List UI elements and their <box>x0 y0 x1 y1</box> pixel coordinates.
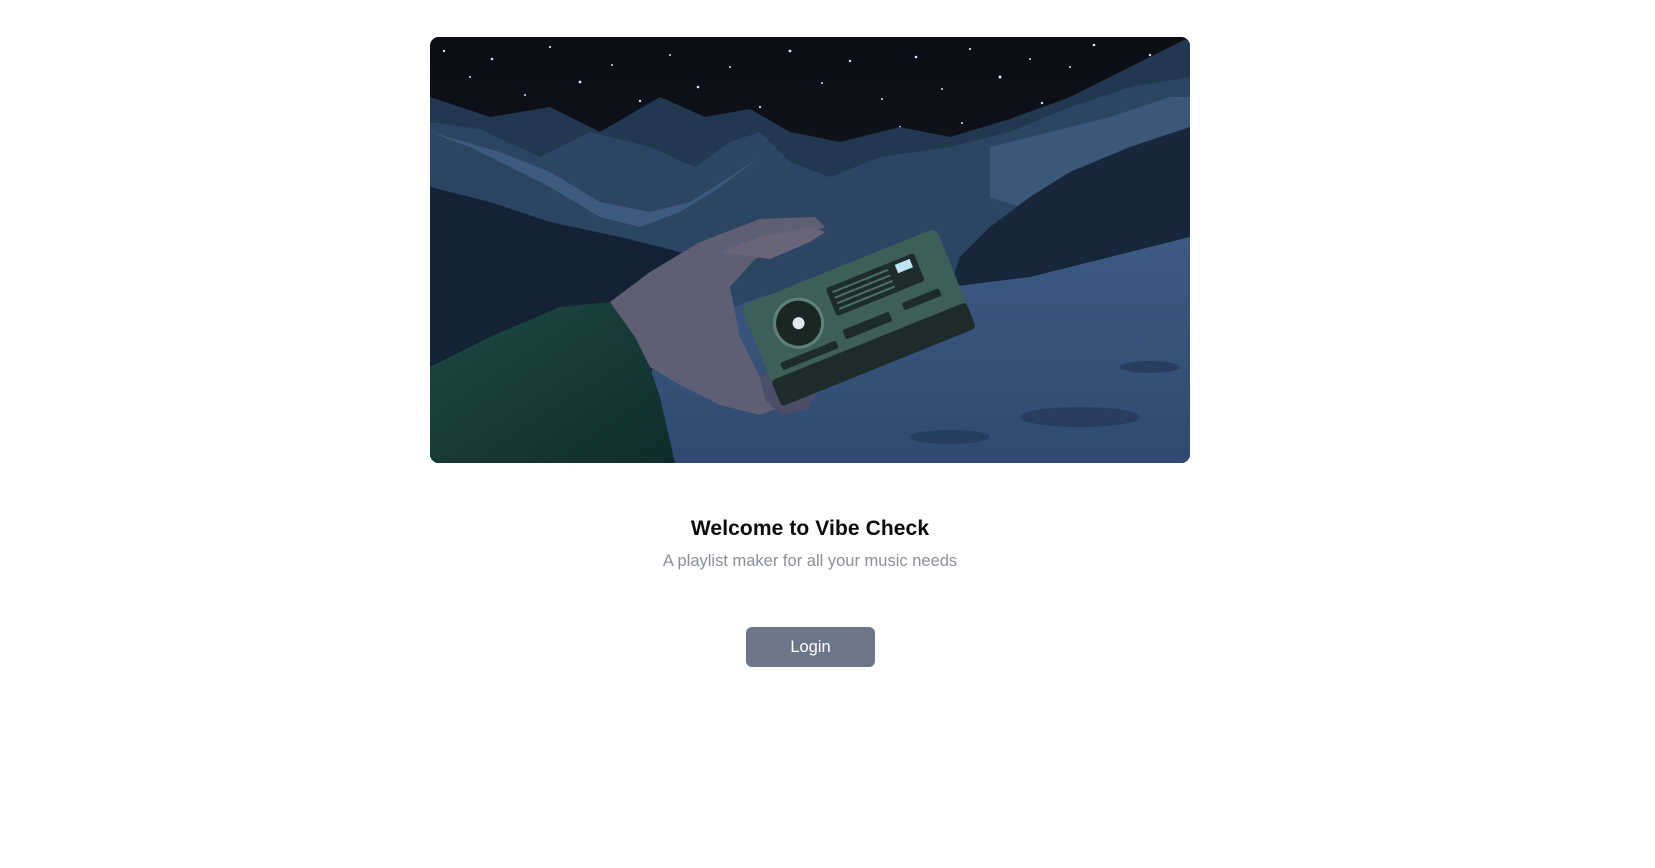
welcome-page: Welcome to Vibe Check A playlist maker f… <box>0 0 1655 868</box>
page-subtitle: A playlist maker for all your music need… <box>662 552 958 570</box>
page-title: Welcome to Vibe Check <box>690 517 930 540</box>
hero-image <box>430 37 1190 463</box>
login-button[interactable]: Login <box>746 627 875 667</box>
hero-illustration <box>430 37 1190 463</box>
